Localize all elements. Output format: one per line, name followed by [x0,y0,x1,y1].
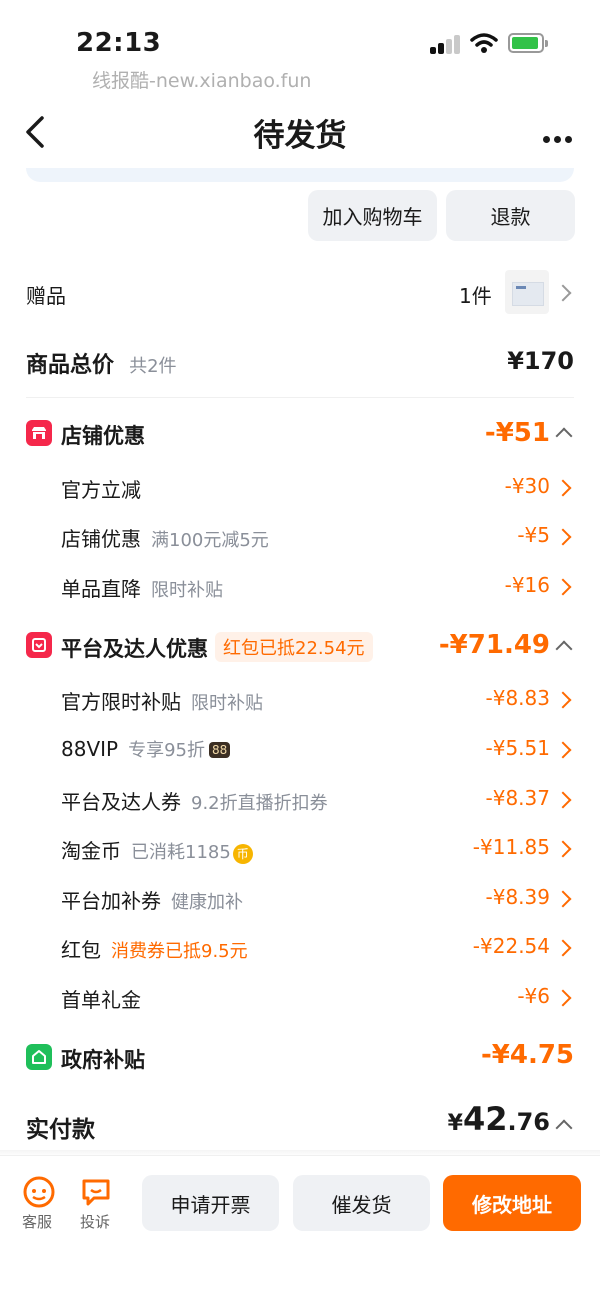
shop-discount-collapse-icon[interactable] [555,427,573,445]
paid-currency: ¥ [447,1111,463,1136]
invoice-button[interactable]: 申请开票 [142,1175,279,1231]
gift-count: 1件 [459,284,492,308]
gov-subsidy-icon [26,1044,52,1070]
discount-row[interactable]: 红包 消费券已抵9.5元 [61,934,248,963]
discount-row-label: 官方立减 [61,478,141,502]
chevron-right-icon[interactable] [554,890,572,908]
discount-row-label: 88VIP [61,737,119,761]
redpacket-tag: 红包已抵22.54元 [215,632,373,662]
discount-row-label: 红包 [61,938,101,962]
urge-ship-button[interactable]: 催发货 [293,1175,430,1231]
discount-row-value: -¥8.83 [485,686,550,710]
discount-row-label: 首单礼金 [61,988,141,1012]
discount-row-value: -¥8.39 [485,885,550,909]
gift-label: 赠品 [26,284,66,308]
total-row: 商品总价 共2件 [26,347,177,379]
shop-icon [26,420,52,446]
discount-row[interactable]: 店铺优惠 满100元减5元 [61,523,269,552]
service-label[interactable]: 客服 [22,1211,52,1232]
discount-row-label: 单品直降 [61,577,141,601]
vip88-badge-icon: 88 [209,742,231,758]
chevron-right-icon[interactable] [554,939,572,957]
change-address-button[interactable]: 修改地址 [443,1175,581,1231]
discount-row-value: -¥5.51 [485,736,550,760]
complain-icon[interactable] [80,1176,112,1208]
page-title: 待发货 [253,118,347,154]
discount-row-note: 已消耗1185 [131,842,231,863]
discount-row[interactable]: 官方立减 [61,474,141,503]
discount-row-label: 官方限时补贴 [61,690,181,714]
paid-expand-icon[interactable] [555,1119,573,1137]
discount-row[interactable]: 首单礼金 [61,984,141,1013]
signal-icon [430,34,464,54]
discount-row[interactable]: 平台及达人券 9.2折直播折扣券 [61,786,328,815]
shop-discount-value: -¥51 [484,418,550,448]
add-to-cart-button[interactable]: 加入购物车 [308,190,437,241]
discount-row-note: 专享95折 [128,740,205,761]
chevron-right-icon[interactable] [554,578,572,596]
discount-row[interactable]: 官方限时补贴 限时补贴 [61,686,263,715]
discount-row[interactable]: 88VIP 专享95折 88 [61,736,231,762]
more-icon[interactable] [543,128,576,147]
total-label: 商品总价 [26,353,115,378]
total-value: ¥170 [507,347,574,375]
discount-row-note: 消费券已抵9.5元 [111,941,248,962]
discount-row-value: -¥16 [504,573,550,597]
discount-row-value: -¥22.54 [472,934,550,958]
platform-icon [26,632,52,658]
platform-discount-value: -¥71.49 [438,630,550,660]
wifi-icon [470,33,498,53]
paid-amount: ¥42.76 [440,1100,550,1138]
taojinbi-coin-icon: 币 [232,844,253,864]
discount-row-value: -¥30 [504,474,550,498]
discount-row-note: 限时补贴 [191,693,263,714]
gov-subsidy-title: 政府补贴 [61,1048,145,1072]
chevron-right-icon[interactable] [554,989,572,1007]
discount-row-label: 平台及达人券 [61,790,181,814]
discount-row-note: 9.2折直播折扣券 [191,793,328,814]
discount-row-value: -¥11.85 [472,835,550,859]
discount-row-note: 满100元减5元 [151,530,269,551]
chevron-right-icon[interactable] [554,840,572,858]
gift-thumbnail[interactable] [505,270,549,314]
chevron-right-icon[interactable] [554,791,572,809]
total-count: 共2件 [129,356,177,377]
discount-row-value: -¥5 [517,523,550,547]
complain-label[interactable]: 投诉 [80,1211,110,1232]
chevron-right-icon[interactable] [554,479,572,497]
watermark: 线报酷-new.xianbao.fun [92,70,312,92]
divider [26,397,574,398]
discount-row-label: 平台加补券 [61,889,161,913]
gov-subsidy-value: -¥4.75 [480,1040,574,1070]
discount-row-value: -¥6 [517,984,550,1008]
paid-decimal: .76 [507,1108,550,1136]
status-time: 22:13 [76,28,162,58]
paid-integer: 42 [462,1100,508,1138]
gift-chevron-icon[interactable] [554,284,572,302]
discount-row-note: 限时补贴 [151,580,223,601]
platform-discount-collapse-icon[interactable] [555,640,573,658]
refund-button[interactable]: 退款 [446,190,575,241]
discount-row-note: 健康加补 [171,892,243,913]
service-icon[interactable] [22,1175,56,1209]
discount-row-label: 店铺优惠 [61,527,141,551]
paid-label: 实付款 [26,1117,95,1143]
battery-icon [508,33,548,53]
discount-row-label: 淘金币 [61,839,121,863]
discount-row[interactable]: 淘金币 已消耗1185 币 [61,835,253,864]
card-edge [26,168,574,182]
chevron-right-icon[interactable] [554,691,572,709]
discount-row[interactable]: 单品直降 限时补贴 [61,573,223,602]
discount-row[interactable]: 平台加补券 健康加补 [61,885,243,914]
chevron-right-icon[interactable] [554,741,572,759]
chevron-right-icon[interactable] [554,528,572,546]
shop-discount-title: 店铺优惠 [61,424,145,448]
discount-row-value: -¥8.37 [485,786,550,810]
platform-discount-title: 平台及达人优惠 [61,637,208,661]
